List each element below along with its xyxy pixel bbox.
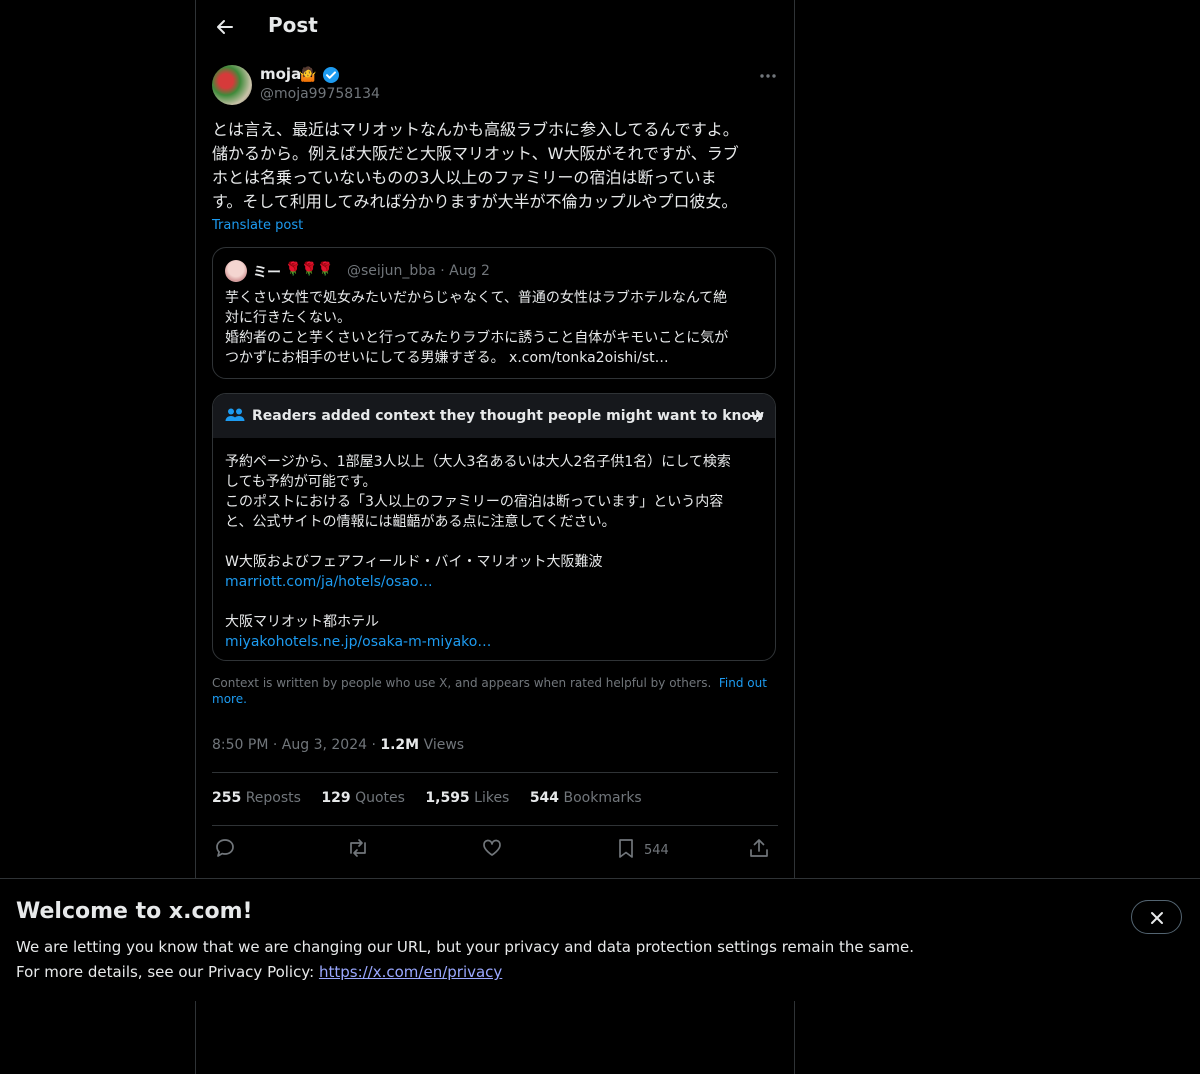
views-count: 1.2M xyxy=(380,737,420,753)
community-note: Readers added context they thought peopl… xyxy=(212,393,776,661)
note-hotel-1: W大阪およびフェアフィールド・バイ・マリオット大阪難波 xyxy=(225,554,603,570)
note-text-line: と、公式サイトの情報には齟齬がある点に注意してください。 xyxy=(225,514,616,530)
bookmark-icon[interactable] xyxy=(615,837,637,859)
verified-badge-icon[interactable] xyxy=(322,66,340,84)
note-spacer xyxy=(225,592,765,612)
quoted-text-line: 対に行きたくない。 xyxy=(225,310,351,326)
top-bar: Post xyxy=(196,0,794,53)
quotes-stat[interactable]: 129 Quotes xyxy=(321,790,405,806)
privacy-policy-link[interactable]: https://x.com/en/privacy xyxy=(319,963,502,981)
post-text: とは言え、最近はマリオットなんかも高級ラブホに参入してるんですよ。 儲かるから。… xyxy=(212,118,778,214)
likes-stat[interactable]: 1,595 Likes xyxy=(425,790,509,806)
context-disclaimer: Context is written by people who use X, … xyxy=(212,675,778,707)
community-note-header[interactable]: Readers added context they thought peopl… xyxy=(213,394,775,438)
note-text-line: 予約ページから、1部屋3人以上（大人3名あるいは大人2名子供1名）にして検索 xyxy=(225,454,731,470)
quoted-text-line: つかずにお相手のせいにしてる男嫌すぎる。 x.com/tonka2oishi/s… xyxy=(225,350,669,366)
bookmarks-stat[interactable]: 544 Bookmarks xyxy=(530,790,642,806)
post-time[interactable]: 8:50 PM xyxy=(212,737,268,753)
divider xyxy=(212,772,778,773)
reply-icon[interactable] xyxy=(214,837,236,859)
bookmarks-count: 544 xyxy=(529,790,560,806)
url-change-banner: Welcome to x.com! We are letting you kno… xyxy=(0,878,1200,1001)
context-text: Context is written by people who use X, … xyxy=(212,676,712,690)
like-icon[interactable] xyxy=(481,837,503,859)
divider xyxy=(212,825,778,826)
quoted-post[interactable]: ミー 🌹🌹🌹 @seijun_bba · Aug 2 芋くさい女性で処女みたいだ… xyxy=(212,247,776,379)
quoted-text-line: 芋くさい女性で処女みたいだからじゃなくて、普通の女性はラブホテルなんて絶 xyxy=(225,290,728,306)
quoted-author-name: ミー xyxy=(253,265,281,281)
quoted-post-date: · Aug 2 xyxy=(440,263,490,279)
reposts-label: Reposts xyxy=(245,790,301,806)
quoted-author-avatar xyxy=(225,260,247,282)
likes-label: Likes xyxy=(474,790,510,806)
quotes-count: 129 xyxy=(321,790,351,806)
quoted-author-handle: @seijun_bba xyxy=(347,263,436,279)
reposts-count: 255 xyxy=(212,790,242,806)
note-link-2[interactable]: miyakohotels.ne.jp/osaka-m-miyako… xyxy=(225,632,765,652)
views-label: Views xyxy=(423,737,465,753)
find-out-more-link-part: Find out xyxy=(718,676,767,690)
post-text-line: ホとは名乗っていないものの3人以上のファミリーの宿泊は断っていま xyxy=(212,168,717,187)
page-title: Post xyxy=(268,13,318,37)
note-link-1[interactable]: marriott.com/ja/hotels/osao… xyxy=(225,572,765,592)
post-date[interactable]: Aug 3, 2024 xyxy=(282,737,367,753)
back-arrow-icon xyxy=(217,20,233,34)
author-avatar[interactable] xyxy=(212,65,252,105)
post-meta: 8:50 PM · Aug 3, 2024 · 1.2M Views xyxy=(212,737,465,753)
community-note-body: 予約ページから、1部屋3人以上（大人3名あるいは大人2名子供1名）にして検索 し… xyxy=(225,452,765,652)
bookmarks-label: Bookmarks xyxy=(563,790,642,806)
quoted-text-line: 婚約者のこと芋くさいと行ってみたりラブホに誘うこと自体がキモいことに気が xyxy=(225,330,729,346)
people-icon xyxy=(225,408,245,421)
post-text-line: 儲かるから。例えば大阪だと大阪マリオット、W大阪がそれですが、ラブ xyxy=(212,144,739,163)
post-text-line: とは言え、最近はマリオットなんかも高級ラブホに参入してるんですよ。 xyxy=(212,120,739,139)
share-icon[interactable] xyxy=(748,837,770,859)
banner-text: We are letting you know that we are chan… xyxy=(16,935,914,985)
close-icon xyxy=(1151,912,1163,924)
note-text-line: しても予約が可能です。 xyxy=(225,474,377,490)
translate-post-link[interactable]: Translate post xyxy=(212,218,303,233)
repost-icon[interactable] xyxy=(346,837,370,859)
banner-line-with-link: For more details, see our Privacy Policy… xyxy=(16,960,914,985)
note-text-line: このポストにおける「3人以上のファミリーの宿泊は断っています」という内容 xyxy=(225,494,724,510)
post-text-line: す。そして利用してみれば分かりますが大半が不倫カップルやプロ彼女。 xyxy=(212,192,738,211)
find-out-more-link-part: more. xyxy=(212,692,247,706)
quoted-author-handle-date: @seijun_bba · Aug 2 xyxy=(347,263,490,279)
banner-line: We are letting you know that we are chan… xyxy=(16,938,915,956)
banner-title: Welcome to x.com! xyxy=(16,899,253,924)
action-bar: 544 xyxy=(212,837,778,863)
quoted-post-text: 芋くさい女性で処女みたいだからじゃなくて、普通の女性はラブホテルなんて絶 対に行… xyxy=(225,288,767,368)
note-hotel-2: 大阪マリオット都ホテル xyxy=(225,614,379,630)
quotes-label: Quotes xyxy=(355,790,405,806)
author-handle[interactable]: @moja99758134 xyxy=(260,86,380,102)
note-spacer xyxy=(225,532,765,552)
bookmark-count: 544 xyxy=(644,843,669,858)
banner-line: For more details, see our Privacy Policy… xyxy=(16,963,315,981)
post-stats: 255 Reposts 129 Quotes 1,595 Likes 544 B… xyxy=(212,790,658,806)
more-button[interactable] xyxy=(758,66,778,86)
reposts-stat[interactable]: 255 Reposts xyxy=(212,790,301,806)
author-display-name[interactable]: moja xyxy=(260,65,301,83)
arrow-right-icon xyxy=(748,410,763,422)
close-banner-button[interactable] xyxy=(1131,900,1182,934)
back-button[interactable] xyxy=(210,12,240,42)
quoted-author-emoji: 🌹🌹🌹 xyxy=(285,262,334,277)
likes-count: 1,595 xyxy=(425,790,470,806)
author-name-emoji: 🤷 xyxy=(299,67,317,83)
more-icon xyxy=(760,74,776,78)
community-note-title: Readers added context they thought peopl… xyxy=(252,408,765,424)
